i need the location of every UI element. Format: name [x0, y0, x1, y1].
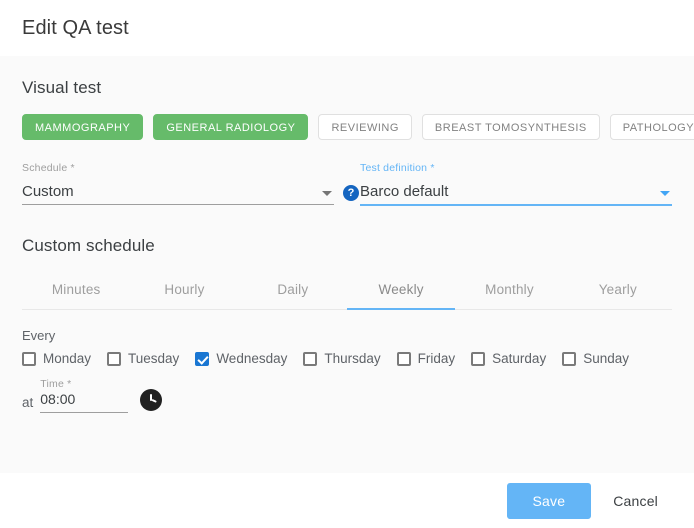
test-definition-value: Barco default [360, 183, 449, 200]
checkbox-label: Saturday [492, 351, 547, 366]
edit-qa-test-dialog: Edit QA test Visual test MAMMOGRAPHY GEN… [0, 0, 694, 528]
checkbox-tuesday[interactable]: Tuesday [107, 351, 179, 366]
time-at-label: at [22, 395, 34, 410]
chip-mammography[interactable]: MAMMOGRAPHY [22, 114, 144, 140]
time-value: 08:00 [40, 391, 76, 407]
checkbox-label: Tuesday [128, 351, 180, 366]
chip-pathology[interactable]: PATHOLOGY [609, 114, 694, 140]
time-field: Time * 08:00 [40, 378, 129, 413]
time-row: at Time * 08:00 [22, 378, 672, 413]
chip-label: PATHOLOGY [622, 122, 694, 134]
dialog-footer: Save Cancel [0, 473, 694, 528]
checkbox-thursday[interactable]: Thursday [303, 351, 381, 366]
schedule-select[interactable]: Custom ? [22, 178, 359, 205]
checkbox-label: Wednesday [216, 351, 288, 366]
modality-chip-row: MAMMOGRAPHY GENERAL RADIOLOGY REVIEWING … [22, 114, 694, 140]
clock-icon[interactable] [140, 389, 163, 411]
checkbox-box-icon [22, 351, 36, 366]
checkbox-check-icon [195, 351, 210, 366]
checkbox-label: Sunday [583, 351, 629, 366]
chip-breast-tomosynthesis[interactable]: BREAST TOMOSYNTHESIS [421, 114, 600, 140]
page-title: Edit QA test [22, 16, 129, 39]
tab-weekly[interactable]: Weekly [346, 270, 456, 310]
schedule-value: Custom [22, 183, 74, 200]
tab-hourly[interactable]: Hourly [130, 270, 238, 310]
chip-label: BREAST TOMOSYNTHESIS [434, 122, 587, 134]
checkbox-label: Friday [417, 351, 456, 366]
chevron-down-icon[interactable] [660, 191, 670, 196]
weekday-checkbox-row: Monday Tuesday Wednesday Thursday Friday… [22, 351, 672, 366]
checkbox-box-icon [303, 351, 318, 366]
checkbox-monday[interactable]: Monday [22, 351, 91, 366]
time-input[interactable]: 08:00 [40, 391, 129, 413]
save-button[interactable]: Save [506, 482, 592, 519]
checkbox-box-icon [396, 351, 411, 366]
checkbox-box-icon [107, 351, 122, 366]
dialog-header: Edit QA test [0, 0, 694, 56]
checkbox-label: Monday [43, 351, 92, 366]
schedule-field: Schedule * Custom ? [22, 162, 359, 206]
chevron-down-icon[interactable] [322, 191, 332, 196]
every-label: Every [22, 328, 56, 343]
chip-label: MAMMOGRAPHY [35, 122, 131, 134]
chip-label: GENERAL RADIOLOGY [166, 122, 296, 134]
fields-row: Schedule * Custom ? Test definition * Ba… [22, 162, 672, 206]
schedule-field-label: Schedule * [22, 162, 75, 174]
tab-monthly[interactable]: Monthly [455, 270, 563, 310]
checkbox-box-icon [562, 351, 577, 366]
checkbox-wednesday[interactable]: Wednesday [195, 351, 287, 366]
checkbox-saturday[interactable]: Saturday [471, 351, 546, 366]
checkbox-box-icon [471, 351, 486, 366]
checkbox-friday[interactable]: Friday [396, 351, 456, 366]
tab-daily[interactable]: Daily [239, 270, 347, 310]
tab-minutes[interactable]: Minutes [22, 270, 130, 310]
help-icon[interactable]: ? [343, 185, 359, 201]
chip-general-radiology[interactable]: GENERAL RADIOLOGY [153, 114, 309, 140]
time-field-label: Time * [40, 378, 72, 390]
tab-yearly[interactable]: Yearly [564, 270, 672, 310]
dialog-body: Visual test MAMMOGRAPHY GENERAL RADIOLOG… [0, 56, 694, 473]
chip-reviewing[interactable]: REVIEWING [318, 114, 412, 140]
test-definition-field-label: Test definition * [360, 162, 435, 174]
custom-schedule-section-title: Custom schedule [22, 236, 155, 255]
visual-test-section-title: Visual test [22, 78, 102, 97]
cancel-button[interactable]: Cancel [599, 483, 672, 519]
checkbox-sunday[interactable]: Sunday [562, 351, 629, 366]
checkbox-label: Thursday [324, 351, 381, 366]
test-definition-select[interactable]: Barco default [360, 178, 672, 206]
chip-label: REVIEWING [331, 122, 399, 134]
schedule-tabs: Minutes Hourly Daily Weekly Monthly Year… [22, 270, 672, 310]
test-definition-field: Test definition * Barco default [360, 162, 672, 206]
